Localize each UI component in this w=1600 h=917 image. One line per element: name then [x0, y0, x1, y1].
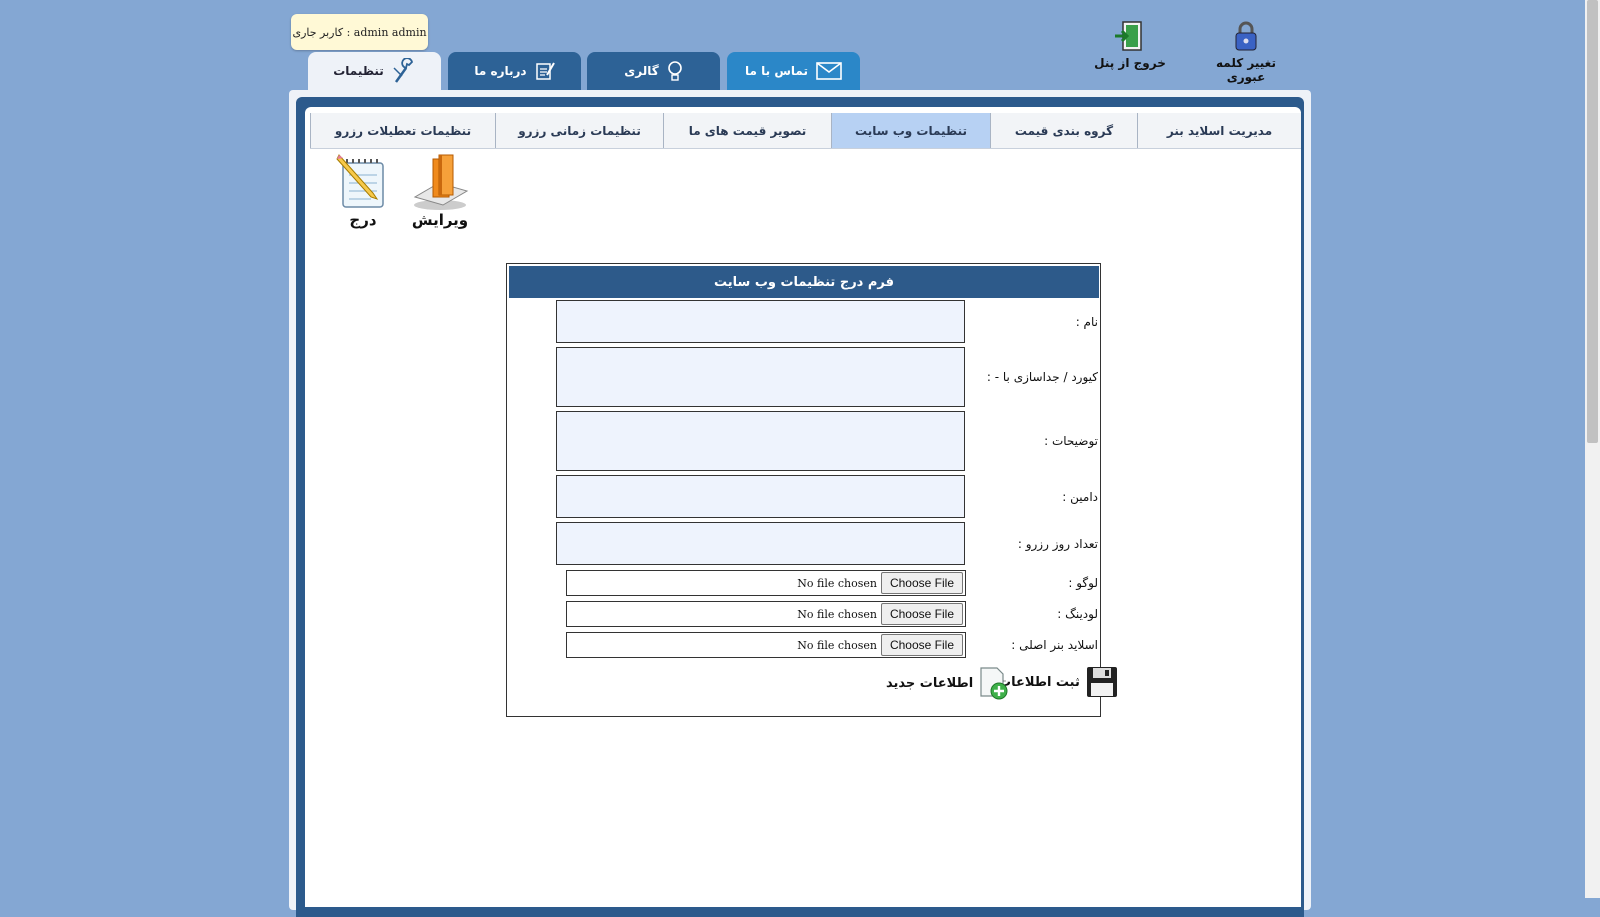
- notepad-pen-icon: [535, 62, 555, 80]
- submit-label: ثبت اطلاعات: [998, 674, 1080, 690]
- settings-subtabs: مدیریت اسلاید بنر گروه بندی قیمت تنظیمات…: [310, 113, 1301, 149]
- current-user-text: admin admin : کاربر جاری: [292, 25, 427, 39]
- main-banner-choose-file-button[interactable]: Choose File: [880, 634, 963, 656]
- books-icon: [413, 154, 469, 210]
- insert-button[interactable]: درج: [333, 153, 393, 229]
- subtab-reserve-holidays-label: تنظیمات تعطیلات رزرو: [334, 123, 472, 138]
- subtab-price-groups[interactable]: گروه بندی قیمت: [990, 113, 1137, 148]
- logout-button[interactable]: خروج از پنل: [1090, 20, 1170, 70]
- name-input[interactable]: [556, 300, 965, 343]
- subtab-website-settings-label: تنظیمات وب سایت: [855, 123, 967, 138]
- exit-door-icon: [1115, 21, 1142, 51]
- lightbulb-icon: [667, 61, 682, 81]
- tab-about-us-label: درباره ما: [474, 64, 527, 78]
- logo-label: لوگو :: [1068, 576, 1098, 590]
- insert-label: درج: [349, 211, 377, 229]
- tab-contact-us[interactable]: تماس با ما: [727, 52, 860, 90]
- envelope-icon: [816, 62, 842, 80]
- form-title: فرم درج تنظیمات وب سایت: [713, 274, 895, 290]
- reserve-days-input[interactable]: [556, 522, 965, 565]
- main-banner-label: اسلاید بنر اصلی :: [1011, 638, 1098, 652]
- wrench-icon: [393, 58, 413, 83]
- padlock-icon: [1235, 21, 1257, 51]
- change-password-label: تغییر کلمه عبوری: [1216, 56, 1276, 84]
- current-user-badge: admin admin : کاربر جاری: [291, 14, 428, 50]
- subtab-reserve-time-label: تنظیمات زمانی رزرو: [518, 123, 641, 138]
- keywords-label: کیورد / جداسازی با - :: [986, 370, 1098, 384]
- new-info-button[interactable]: اطلاعات جدید: [886, 666, 1009, 700]
- tab-settings[interactable]: تنظیمات: [308, 52, 441, 90]
- description-label: توضیحات :: [1044, 434, 1098, 448]
- main-banner-file-status: No file chosen: [797, 638, 877, 652]
- subtab-price-images-label: تصویر قیمت های ما: [688, 123, 807, 138]
- document-add-icon: [980, 667, 1008, 700]
- reserve-days-label: تعداد روز رزرو :: [1017, 537, 1098, 551]
- change-password-button[interactable]: تغییر کلمه عبوری: [1196, 20, 1296, 84]
- subtab-banner-slides-label: مدیریت اسلاید بنر: [1166, 123, 1273, 138]
- logo-choose-file-button[interactable]: Choose File: [880, 572, 963, 594]
- domain-input[interactable]: [556, 475, 965, 518]
- subtab-reserve-time[interactable]: تنظیمات زمانی رزرو: [495, 113, 663, 148]
- tab-gallery-label: گالری: [624, 64, 659, 78]
- subtab-website-settings[interactable]: تنظیمات وب سایت: [831, 113, 990, 148]
- new-info-label: اطلاعات جدید: [886, 675, 974, 691]
- tab-about-us[interactable]: درباره ما: [448, 52, 581, 90]
- tab-contact-us-label: تماس با ما: [745, 64, 808, 78]
- subtab-reserve-holidays[interactable]: تنظیمات تعطیلات رزرو: [310, 113, 495, 148]
- page-scrollbar-thumb[interactable]: [1587, 0, 1598, 443]
- logo-file-status: No file chosen: [797, 576, 877, 590]
- subtab-price-images[interactable]: تصویر قیمت های ما: [663, 113, 831, 148]
- keywords-textarea[interactable]: [556, 347, 965, 407]
- floppy-disk-icon: [1086, 667, 1117, 697]
- logout-label: خروج از پنل: [1094, 56, 1166, 70]
- edit-button[interactable]: ویرایش: [408, 153, 472, 229]
- main-banner-file-input[interactable]: No file chosen Choose File: [566, 632, 966, 658]
- notepad-pencil-icon: [336, 154, 384, 208]
- edit-label: ویرایش: [411, 211, 469, 229]
- loading-file-status: No file chosen: [797, 607, 877, 621]
- subtab-price-groups-label: گروه بندی قیمت: [1014, 123, 1114, 138]
- description-textarea[interactable]: [556, 411, 965, 471]
- tab-gallery[interactable]: گالری: [587, 52, 720, 90]
- submit-button[interactable]: ثبت اطلاعات: [998, 666, 1118, 698]
- logo-file-input[interactable]: No file chosen Choose File: [566, 570, 966, 596]
- domain-label: دامین :: [1062, 490, 1098, 504]
- form-header: فرم درج تنظیمات وب سایت: [509, 266, 1099, 298]
- loading-choose-file-button[interactable]: Choose File: [880, 603, 963, 625]
- loading-label: لودینگ :: [1057, 607, 1098, 621]
- name-label: نام :: [1075, 315, 1098, 329]
- subtab-banner-slides[interactable]: مدیریت اسلاید بنر: [1137, 113, 1301, 148]
- loading-file-input[interactable]: No file chosen Choose File: [566, 601, 966, 627]
- tab-settings-label: تنظیمات: [333, 64, 384, 78]
